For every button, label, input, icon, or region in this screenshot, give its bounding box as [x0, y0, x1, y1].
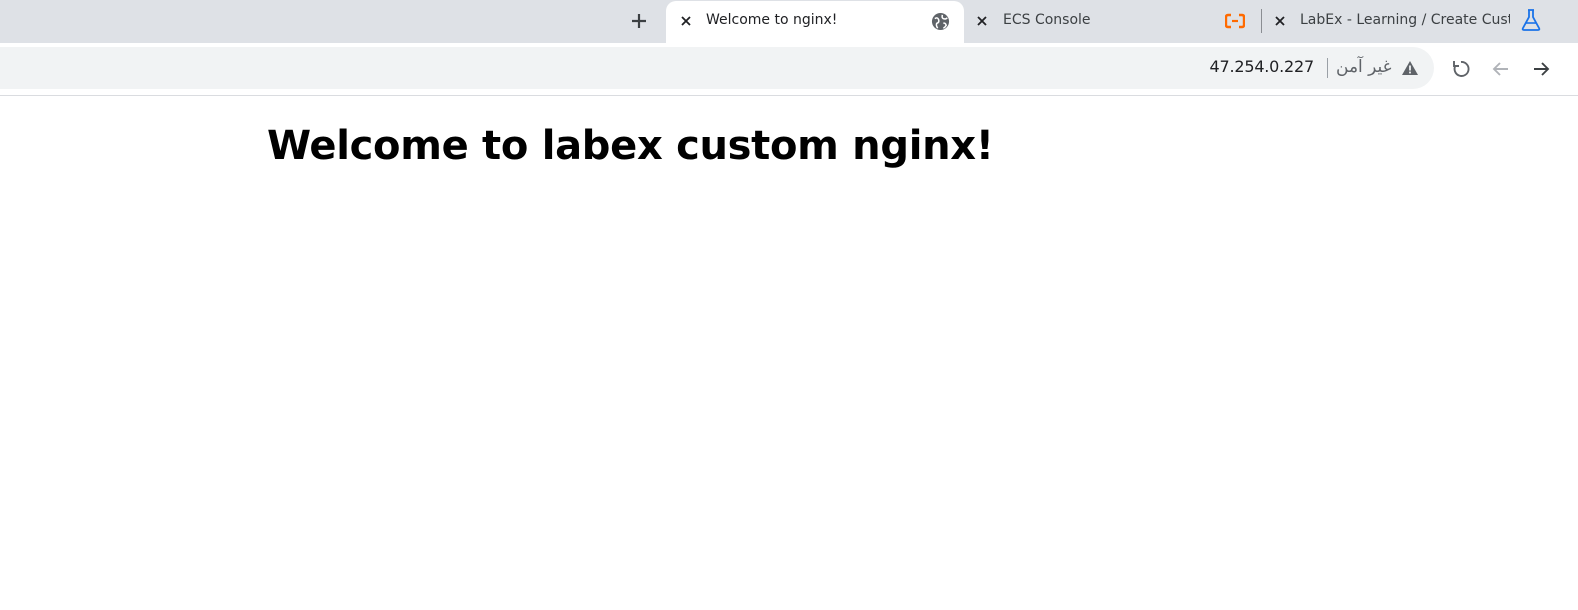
page-content: Welcome to labex custom nginx! [0, 96, 1578, 610]
close-icon [1275, 16, 1285, 26]
warning-icon[interactable] [1401, 60, 1419, 76]
new-tab-button[interactable] [626, 8, 652, 34]
page-heading: Welcome to labex custom nginx! [267, 123, 994, 169]
security-status-label[interactable]: غير آمن [1336, 57, 1392, 77]
url-text[interactable]: 47.254.0.227 [1210, 57, 1315, 76]
tab-close-button[interactable] [1271, 12, 1289, 30]
globe-icon [930, 11, 950, 31]
close-icon [977, 16, 987, 26]
tab-strip: Welcome to nginx! ECS Console LabEx - Le… [0, 0, 1578, 49]
tab-close-button[interactable] [677, 12, 695, 30]
forward-button[interactable] [1526, 54, 1556, 84]
reload-icon [1453, 61, 1470, 77]
arrow-right-icon [1534, 62, 1550, 76]
flask-icon [1521, 9, 1541, 31]
tab-welcome-nginx[interactable]: Welcome to nginx! [666, 1, 964, 49]
reload-button[interactable] [1446, 54, 1476, 84]
tab-separator [1261, 9, 1262, 33]
arrow-left-icon [1492, 62, 1508, 76]
tab-title: Welcome to nginx! [706, 12, 838, 28]
tab-title: LabEx - Learning / Create Custom [1300, 12, 1510, 28]
tab-labex[interactable]: LabEx - Learning / Create Custom [1266, 0, 1578, 43]
tab-close-button[interactable] [973, 12, 991, 30]
address-bar[interactable]: 47.254.0.227 غير آمن [0, 47, 1434, 89]
tab-ecs-console[interactable]: ECS Console [968, 0, 1260, 43]
omnibox-separator [1327, 58, 1328, 78]
alibaba-cloud-icon [1225, 11, 1245, 31]
tab-title: ECS Console [1003, 12, 1091, 28]
close-icon [681, 16, 691, 26]
browser-toolbar: 47.254.0.227 غير آمن [0, 43, 1578, 96]
plus-icon [632, 14, 646, 28]
back-button[interactable] [1486, 54, 1516, 84]
